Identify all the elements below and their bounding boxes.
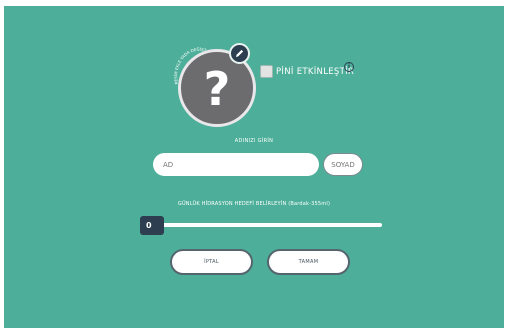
ok-button[interactable]: TAMAM <box>267 249 350 275</box>
pencil-icon <box>236 49 244 57</box>
info-icon[interactable]: i <box>344 62 354 72</box>
cancel-button[interactable]: İPTAL <box>170 249 253 275</box>
pin-enable-checkbox[interactable] <box>260 65 273 78</box>
first-name-input[interactable] <box>153 153 319 176</box>
profile-setup-panel: RESİM EKLE YADA DEĞİŞTİR ? PİNİ ETKİNLEŞ… <box>4 6 504 328</box>
pin-enable-label[interactable]: PİNİ ETKİNLEŞTİR <box>276 67 354 77</box>
hydration-goal-title: GÜNLÜK HİDRASYON HEDEFİ BELİRLEYİN (Bard… <box>177 201 331 207</box>
hydration-slider-thumb[interactable]: 0 <box>140 216 164 235</box>
name-section-title: ADINIZI GİRİN <box>234 138 274 144</box>
edit-avatar-button[interactable] <box>229 43 250 64</box>
last-name-input[interactable] <box>323 153 363 176</box>
hydration-slider-track[interactable] <box>144 223 382 227</box>
